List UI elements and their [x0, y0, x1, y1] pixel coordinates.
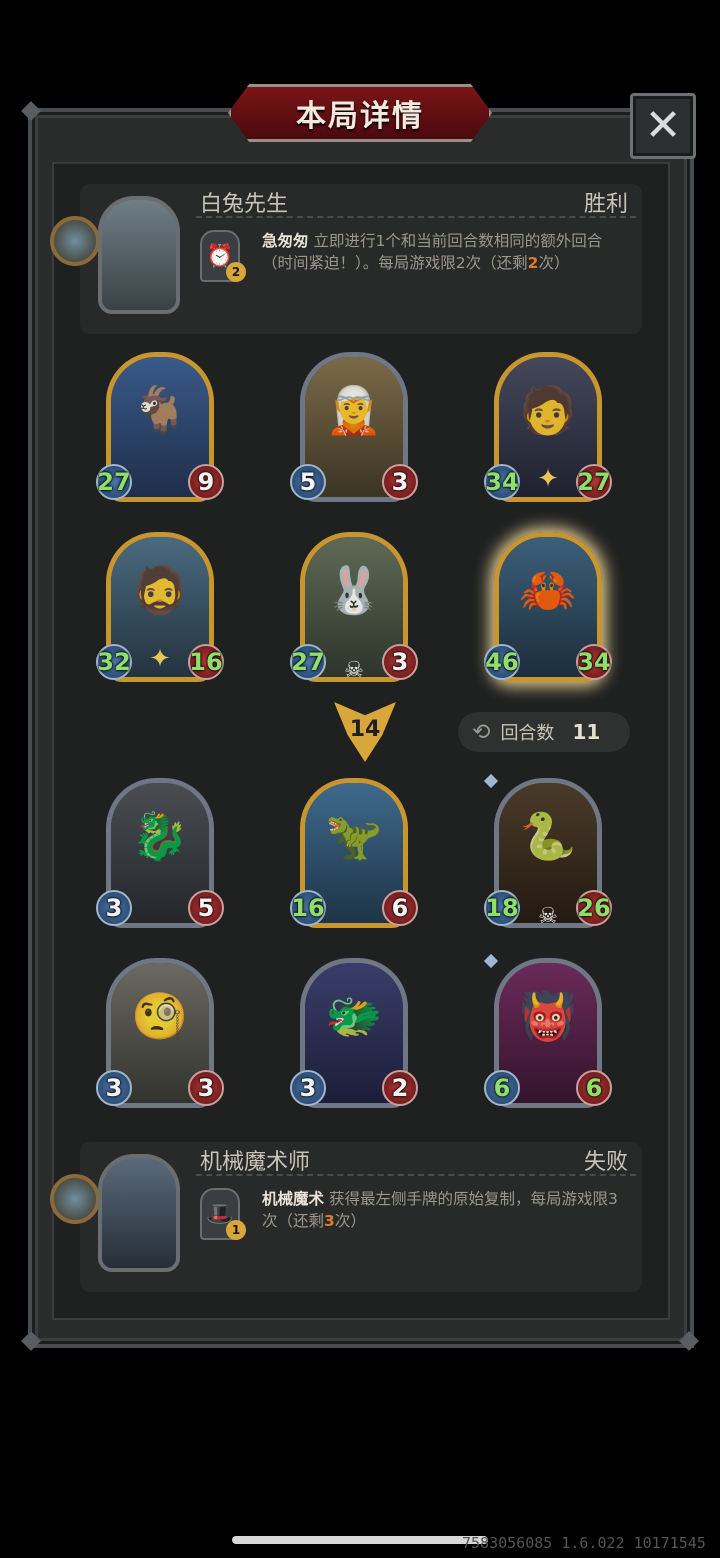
card-bottom-1[interactable]: 🐉 3 5	[96, 778, 224, 938]
attack-stat: 32	[96, 644, 132, 680]
hero-panel-loser: 机械魔术师 失败 🎩 1 机械魔术 获得最左侧手牌的原始复制，每局游戏限3次（还…	[50, 1142, 642, 1292]
health-stat: 5	[188, 890, 224, 926]
attack-stat: 3	[290, 1070, 326, 1106]
skill-remaining: 3	[324, 1212, 335, 1230]
health-stat: 27	[576, 464, 612, 500]
skill-name: 机械魔术	[262, 1190, 325, 1208]
health-stat: 16	[188, 644, 224, 680]
attack-stat: 16	[290, 890, 326, 926]
pocket-watch-icon	[50, 1174, 100, 1224]
repeat-icon: ⟲	[472, 719, 491, 745]
health-stat: 9	[188, 464, 224, 500]
skill-limit: 2	[455, 254, 466, 272]
health-stat: 34	[576, 644, 612, 680]
card-bottom-3[interactable]: 🐍 ☠ 18 26	[483, 773, 612, 938]
white-rabbit-portrait	[98, 196, 180, 314]
mech-magician-portrait	[98, 1154, 180, 1272]
close-icon: ✕	[644, 100, 682, 151]
card-bottom-6[interactable]: 👹 6 6	[483, 953, 612, 1118]
skill-charge-badge: 1	[226, 1220, 246, 1240]
dwarf-icon: 🧔	[131, 563, 189, 617]
skill-text-part: 次）	[334, 1212, 366, 1230]
health-stat: 2	[382, 1070, 418, 1106]
health-stat: 6	[382, 890, 418, 926]
title-banner: 本局详情	[228, 84, 492, 142]
skill-text-part: 次（还剩	[465, 254, 528, 272]
health-stat: 3	[382, 644, 418, 680]
hero-result: 胜利	[583, 192, 628, 217]
build-watermark: 7583056085 1.6.022 10171545	[462, 1534, 706, 1552]
page-title: 本局详情	[296, 99, 424, 134]
attack-stat: 6	[484, 1070, 520, 1106]
hero-portrait[interactable]	[50, 1148, 190, 1278]
card-top-6[interactable]: 🦀 46 34	[484, 532, 612, 692]
round-label: 回合数	[500, 723, 555, 744]
skill-description: 机械魔术 获得最左侧手牌的原始复制，每局游戏限3次（还剩3次）	[262, 1188, 622, 1232]
fire-demon-icon: 👹	[519, 989, 577, 1043]
attack-stat: 27	[96, 464, 132, 500]
card-top-5[interactable]: 🐰 ☠ 27 3	[290, 532, 418, 692]
card-bottom-4[interactable]: 🧐 3 3	[96, 958, 224, 1118]
attack-stat: 3	[96, 1070, 132, 1106]
rabbit-robot-icon: 🐰	[325, 563, 383, 617]
goat-wizard-icon: 🐐	[131, 383, 189, 437]
scribe-icon: 🧐	[131, 989, 189, 1043]
divider	[196, 216, 636, 218]
hero-name: 白兔先生	[200, 192, 289, 217]
attack-stat: 27	[290, 644, 326, 680]
purple-dragon-icon: 🐲	[325, 989, 383, 1043]
attack-stat: 18	[484, 890, 520, 926]
attack-stat: 5	[290, 464, 326, 500]
card-top-3[interactable]: 🧑 ✦ 34 27	[484, 352, 612, 512]
close-button[interactable]: ✕	[630, 93, 696, 159]
pocket-watch-icon	[50, 216, 100, 266]
skill-charge-badge: 2	[226, 262, 246, 282]
skill-text-part: 次）	[538, 254, 570, 272]
hero-result: 失败	[583, 1150, 628, 1175]
attack-stat: 3	[96, 890, 132, 926]
star-icon: ✦	[537, 464, 559, 494]
card-top-4[interactable]: 🧔 ✦ 32 16	[96, 532, 224, 692]
skull-icon: ☠	[344, 658, 364, 683]
skill-remaining: 2	[527, 254, 539, 272]
skill-description: 急匆匆 立即进行1个和当前回合数相同的额外回合（时间紧迫！）。每局游戏限2次（还…	[262, 230, 622, 274]
attack-stat: 34	[484, 464, 520, 500]
serpent-icon: 🐍	[519, 809, 577, 863]
ice-crab-icon: 🦀	[519, 563, 577, 617]
grey-dragon-icon: 🐉	[131, 809, 189, 863]
star-icon: ✦	[149, 644, 171, 674]
card-top-2[interactable]: 🧝 5 3	[290, 352, 418, 512]
round-value: 11	[572, 720, 601, 744]
hero-name: 机械魔术师	[200, 1150, 311, 1175]
attack-stat: 46	[484, 644, 520, 680]
hero-portrait[interactable]	[50, 190, 190, 320]
round-counter: ⟲ 回合数 11	[458, 712, 630, 752]
divider	[196, 1174, 636, 1176]
green-hair-boy-icon: 🧝	[325, 383, 383, 437]
card-bottom-5[interactable]: 🐲 3 2	[290, 958, 418, 1118]
card-top-1[interactable]: 🐐 27 9	[96, 352, 224, 512]
star-boy-icon: 🧑	[519, 383, 577, 437]
health-stat: 6	[576, 1070, 612, 1106]
blue-dragon-icon: 🦖	[325, 809, 383, 863]
skull-icon: ☠	[538, 904, 558, 929]
hero-panel-winner: 白兔先生 胜利 ⏰ 2 急匆匆 立即进行1个和当前回合数相同的额外回合（时间紧迫…	[50, 184, 642, 334]
card-bottom-2[interactable]: 🦖 16 6	[290, 778, 418, 938]
health-stat: 3	[382, 464, 418, 500]
health-stat: 26	[576, 890, 612, 926]
health-stat: 3	[188, 1070, 224, 1106]
home-indicator[interactable]	[232, 1536, 488, 1544]
damage-value: 14	[349, 716, 381, 742]
skill-name: 急匆匆	[262, 232, 309, 250]
